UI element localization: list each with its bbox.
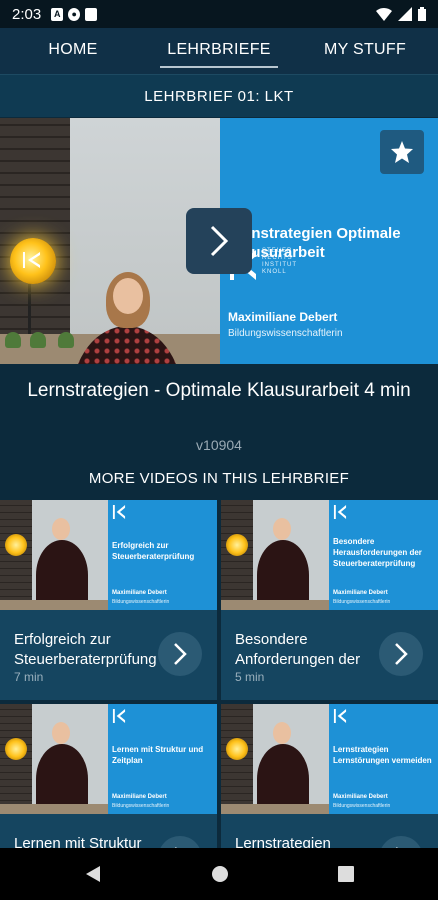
institute-logo-icon (333, 709, 347, 723)
thumbnail-presenter-name: Maximiliane Debert (333, 590, 388, 596)
star-icon (391, 141, 413, 163)
thumbnail-presenter-role: Bildungswissenschaftlerin (112, 599, 170, 605)
play-button[interactable] (186, 208, 252, 274)
chevron-right-icon (174, 643, 187, 665)
more-videos-heading: MORE VIDEOS IN THIS LEHRBRIEF (88, 470, 350, 487)
thumbnail-presenter-name: Maximiliane Debert (333, 794, 388, 800)
plant (30, 332, 46, 348)
thumbnail-presenter-name: Maximiliane Debert (112, 794, 167, 800)
notification-face-icon: ● (68, 7, 81, 21)
video-thumbnail: Besondere Herausforderungen der Steuerbe… (221, 500, 438, 610)
signal-icon (398, 7, 412, 21)
thumbnail-title: Lernstrategien Lernstörungen vermeiden (333, 745, 432, 765)
thumbnail-presenter-name: Maximiliane Debert (112, 590, 167, 596)
battery-icon (418, 7, 426, 21)
wifi-icon (376, 8, 392, 21)
video-id: v10904 (196, 437, 242, 453)
video-card-duration: 5 min (235, 670, 265, 684)
plant (5, 332, 21, 348)
video-card-duration: 7 min (14, 670, 44, 684)
status-bar: 2:03 A ● (0, 0, 438, 28)
institute-logo-icon (112, 709, 126, 723)
system-nav-bar (0, 848, 438, 900)
video-info: Lernstrategien - Optimale Klausurarbeit … (0, 364, 438, 500)
video-thumbnail: Erfolgreich zur Steuerberaterprüfung Max… (0, 500, 217, 610)
favorite-button[interactable] (380, 130, 424, 174)
video-card-body: Lernen mit Struktur (0, 814, 217, 848)
status-time: 2:03 (12, 5, 42, 23)
video-card-title: Besondere Anforderungen der (235, 631, 361, 668)
k-logo-icon (23, 252, 40, 268)
top-tabs: HOME LEHRBRIEFE MY STUFF (0, 28, 438, 74)
thumbnail-title: Besondere Herausforderungen der Steuerbe… (333, 537, 422, 568)
video-thumbnail: Lernen mit Struktur und Zeitplan Maximil… (0, 704, 217, 814)
video-thumbnail: Lernstrategien Lernstörungen vermeiden M… (221, 704, 438, 814)
section-title: LEHRBRIEF 01: LKT (0, 74, 438, 117)
thumbnail-presenter-role: Bildungswissenschaftlerin (333, 803, 391, 809)
tab-home[interactable]: HOME (0, 28, 146, 74)
thumbnail-title: Erfolgreich zur Steuerberaterprüfung (112, 541, 195, 561)
video-card-title: Lernen mit Struktur (14, 835, 142, 848)
recents-icon[interactable] (338, 866, 354, 882)
institute-logo-icon (333, 505, 347, 519)
presenter-head (113, 278, 143, 314)
video-card-body: Erfolgreich zur Steuerberaterprüfung 7 m… (0, 610, 217, 700)
video-player[interactable]: STEUER RECHTS INSTITUT KNOLL Lernstrateg… (0, 118, 438, 364)
open-video-button[interactable] (379, 836, 423, 848)
institute-logo-icon (112, 505, 126, 519)
thumbnail-title: Lernen mit Struktur und Zeitplan (112, 745, 204, 765)
open-video-button[interactable] (379, 632, 423, 676)
video-card-title: Erfolgreich zur Steuerberaterprüfung (14, 631, 157, 668)
chevron-right-icon (395, 643, 408, 665)
notification-a-icon: A (51, 7, 64, 21)
thumbnail-presenter-role: Bildungswissenschaftlerin (333, 599, 391, 605)
open-video-button[interactable] (158, 836, 202, 848)
presenter-name: Maximiliane Debert (228, 310, 338, 324)
chevron-right-icon (210, 225, 229, 257)
notification-sd-icon (85, 7, 98, 21)
thumbnail-presenter-role: Bildungswissenschaftlerin (112, 803, 170, 809)
open-video-button[interactable] (158, 632, 202, 676)
tab-lehrbriefe[interactable]: LEHRBRIEFE (146, 28, 292, 74)
video-title: Lernstrategien - Optimale Klausurarbeit … (27, 380, 411, 401)
tab-my-stuff[interactable]: MY STUFF (292, 28, 438, 74)
video-card-body: Lernstrategien (221, 814, 438, 848)
home-icon[interactable] (211, 865, 229, 883)
plant (58, 332, 74, 348)
video-card-title: Lernstrategien (235, 835, 331, 848)
presenter-role: Bildungswissenschaftlerin (228, 328, 343, 339)
back-icon[interactable] (85, 865, 101, 883)
video-card-body: Besondere Anforderungen der 5 min (221, 610, 438, 700)
more-videos-grid: Erfolgreich zur Steuerberaterprüfung Max… (0, 500, 438, 848)
slide-title: Lernstrategien Optimale Klausurarbeit (228, 225, 401, 261)
